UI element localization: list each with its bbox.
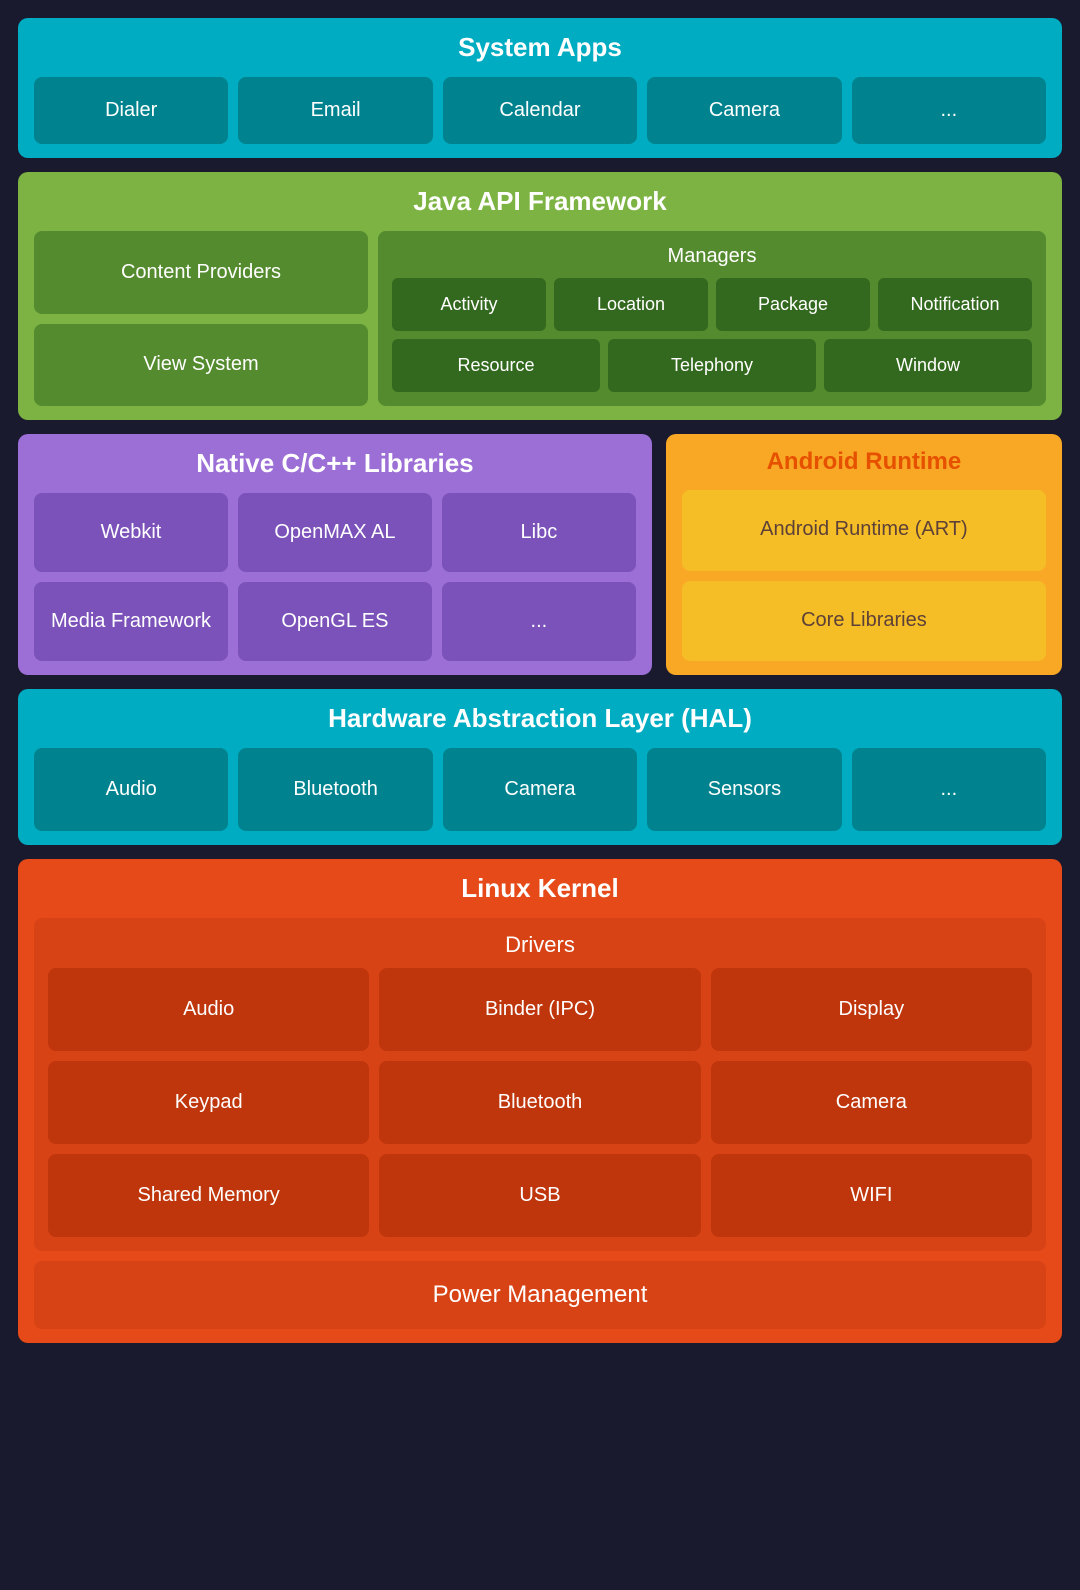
hal-layer: Hardware Abstraction Layer (HAL) Audio B… bbox=[18, 689, 1062, 845]
drivers-title: Drivers bbox=[48, 932, 1032, 958]
driver-binder: Binder (IPC) bbox=[379, 968, 700, 1051]
java-api-title: Java API Framework bbox=[34, 186, 1046, 217]
driver-usb: USB bbox=[379, 1154, 700, 1237]
content-providers: Content Providers bbox=[34, 231, 368, 314]
runtime-grid: Android Runtime (ART) Core Libraries bbox=[682, 490, 1046, 661]
lib-webkit: Webkit bbox=[34, 493, 228, 572]
runtime-core-libs: Core Libraries bbox=[682, 581, 1046, 662]
app-email: Email bbox=[238, 77, 432, 144]
manager-package: Package bbox=[716, 278, 870, 331]
linux-kernel-title: Linux Kernel bbox=[34, 873, 1046, 904]
linux-kernel-layer: Linux Kernel Drivers Audio Binder (IPC) … bbox=[18, 859, 1062, 1343]
drivers-box: Drivers Audio Binder (IPC) Display Keypa… bbox=[34, 918, 1046, 1251]
hal-grid: Audio Bluetooth Camera Sensors ... bbox=[34, 748, 1046, 831]
driver-display: Display bbox=[711, 968, 1032, 1051]
manager-resource: Resource bbox=[392, 339, 600, 392]
driver-keypad: Keypad bbox=[48, 1061, 369, 1144]
lib-media-framework: Media Framework bbox=[34, 582, 228, 661]
hal-more: ... bbox=[852, 748, 1046, 831]
native-grid: Webkit OpenMAX AL Libc Media Framework O… bbox=[34, 493, 636, 661]
system-apps-layer: System Apps Dialer Email Calendar Camera… bbox=[18, 18, 1062, 158]
driver-bluetooth: Bluetooth bbox=[379, 1061, 700, 1144]
managers-box: Managers Activity Location Package Notif… bbox=[378, 231, 1046, 406]
system-apps-grid: Dialer Email Calendar Camera ... bbox=[34, 77, 1046, 144]
app-camera: Camera bbox=[647, 77, 841, 144]
hal-audio: Audio bbox=[34, 748, 228, 831]
lib-more: ... bbox=[442, 582, 636, 661]
managers-row1: Activity Location Package Notification bbox=[392, 278, 1032, 331]
manager-notification: Notification bbox=[878, 278, 1032, 331]
managers-row2: Resource Telephony Window bbox=[392, 339, 1032, 392]
android-runtime-title: Android Runtime bbox=[682, 448, 1046, 476]
lib-libc: Libc bbox=[442, 493, 636, 572]
app-dialer: Dialer bbox=[34, 77, 228, 144]
manager-window: Window bbox=[824, 339, 1032, 392]
manager-telephony: Telephony bbox=[608, 339, 816, 392]
hal-sensors: Sensors bbox=[647, 748, 841, 831]
hal-bluetooth: Bluetooth bbox=[238, 748, 432, 831]
driver-wifi: WIFI bbox=[711, 1154, 1032, 1237]
native-runtime-row: Native C/C++ Libraries Webkit OpenMAX AL… bbox=[18, 434, 1062, 675]
driver-audio: Audio bbox=[48, 968, 369, 1051]
driver-shared-memory: Shared Memory bbox=[48, 1154, 369, 1237]
drivers-grid: Audio Binder (IPC) Display Keypad Blueto… bbox=[48, 968, 1032, 1237]
app-more: ... bbox=[852, 77, 1046, 144]
android-runtime-layer: Android Runtime Android Runtime (ART) Co… bbox=[666, 434, 1062, 675]
java-api-inner: Content Providers View System Managers A… bbox=[34, 231, 1046, 406]
system-apps-title: System Apps bbox=[34, 32, 1046, 63]
managers-title: Managers bbox=[392, 245, 1032, 268]
driver-camera: Camera bbox=[711, 1061, 1032, 1144]
hal-title: Hardware Abstraction Layer (HAL) bbox=[34, 703, 1046, 734]
lib-openmax: OpenMAX AL bbox=[238, 493, 432, 572]
manager-location: Location bbox=[554, 278, 708, 331]
view-system: View System bbox=[34, 324, 368, 407]
java-api-layer: Java API Framework Content Providers Vie… bbox=[18, 172, 1062, 420]
hal-camera: Camera bbox=[443, 748, 637, 831]
app-calendar: Calendar bbox=[443, 77, 637, 144]
native-title: Native C/C++ Libraries bbox=[34, 448, 636, 479]
manager-activity: Activity bbox=[392, 278, 546, 331]
runtime-art: Android Runtime (ART) bbox=[682, 490, 1046, 571]
java-api-left: Content Providers View System bbox=[34, 231, 368, 406]
power-management: Power Management bbox=[34, 1261, 1046, 1329]
lib-opengl: OpenGL ES bbox=[238, 582, 432, 661]
native-layer: Native C/C++ Libraries Webkit OpenMAX AL… bbox=[18, 434, 652, 675]
